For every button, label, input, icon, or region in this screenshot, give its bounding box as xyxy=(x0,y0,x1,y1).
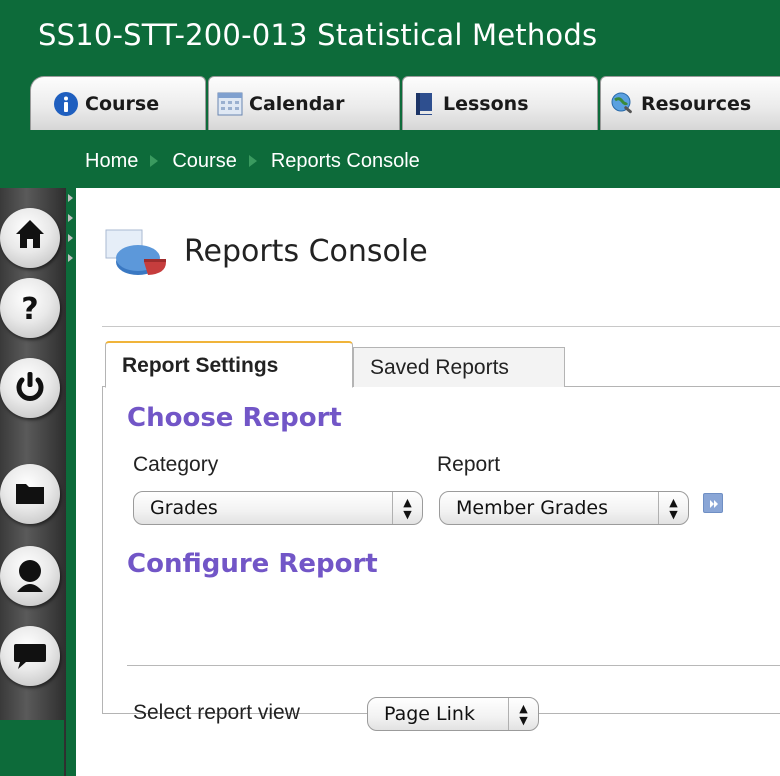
breadcrumb-separator xyxy=(248,154,257,167)
breadcrumb: Home Course Reports Console xyxy=(85,146,420,176)
category-select[interactable]: Grades ▲ ▼ xyxy=(133,491,423,525)
tab-calendar[interactable]: Calendar xyxy=(208,76,400,130)
breadcrumb-current: Reports Console xyxy=(270,150,420,172)
load-report-button[interactable] xyxy=(703,493,723,513)
report-select[interactable]: Member Grades ▲ ▼ xyxy=(439,491,689,525)
help-icon: ? xyxy=(21,292,38,327)
panel-collapse-handle[interactable] xyxy=(66,190,76,266)
reports-icon xyxy=(105,229,166,275)
rail-footer xyxy=(0,720,64,776)
report-view-select[interactable]: Page Link ▲ ▼ xyxy=(367,697,539,731)
select-arrows-icon: ▲ ▼ xyxy=(392,492,422,524)
page-title: Reports Console xyxy=(184,234,428,269)
tab-course[interactable]: Course xyxy=(30,76,206,130)
help-button[interactable]: ? xyxy=(0,278,60,338)
folder-icon xyxy=(16,484,44,504)
fast-forward-icon xyxy=(710,500,718,508)
person-icon xyxy=(17,560,43,592)
book-icon xyxy=(411,91,437,117)
select-arrows-icon: ▲ ▼ xyxy=(658,492,688,524)
breadcrumb-separator xyxy=(150,154,159,167)
tab-resources[interactable]: Resources xyxy=(600,76,780,130)
tab-label: Course xyxy=(85,92,160,115)
home-button[interactable] xyxy=(0,208,60,268)
home-icon xyxy=(16,220,44,248)
power-icon xyxy=(16,372,44,401)
report-view-select-value: Page Link xyxy=(384,703,475,725)
report-view-label: Select report view xyxy=(133,701,300,724)
globe-search-icon xyxy=(609,91,635,117)
report-select-value: Member Grades xyxy=(456,497,609,519)
main-content: Reports Console Report Settings Saved Re… xyxy=(76,188,780,776)
tab-report-settings[interactable]: Report Settings xyxy=(105,341,353,388)
divider xyxy=(102,326,780,327)
calendar-icon xyxy=(217,91,243,117)
tab-label: Calendar xyxy=(249,92,345,115)
chat-icon xyxy=(14,644,46,669)
report-label: Report xyxy=(437,453,501,476)
tab-lessons[interactable]: Lessons xyxy=(402,76,598,130)
tab-label: Resources xyxy=(641,92,752,115)
course-title: SS10-STT-200-013 Statistical Methods xyxy=(38,18,598,52)
logout-button[interactable] xyxy=(0,358,60,418)
divider xyxy=(127,665,780,666)
chat-button[interactable] xyxy=(0,626,60,686)
configure-report-heading: Configure Report xyxy=(127,549,378,579)
tab-saved-reports[interactable]: Saved Reports xyxy=(353,347,565,387)
left-tool-rail: ? xyxy=(0,188,66,776)
breadcrumb-home-link[interactable]: Home xyxy=(85,150,138,172)
info-icon xyxy=(53,91,79,117)
category-label: Category xyxy=(133,453,219,476)
people-button[interactable] xyxy=(0,546,60,606)
report-settings-panel: Report Settings Saved Reports Choose Rep… xyxy=(102,341,780,731)
category-select-value: Grades xyxy=(150,497,218,519)
select-arrows-icon: ▲ ▼ xyxy=(508,698,538,730)
course-tab-bar: Course Calendar Lessons Resources xyxy=(30,76,780,130)
svg-text:?: ? xyxy=(21,292,38,327)
tab-label: Lessons xyxy=(443,92,529,115)
choose-report-heading: Choose Report xyxy=(127,403,342,433)
files-button[interactable] xyxy=(0,464,60,524)
breadcrumb-course-link[interactable]: Course xyxy=(172,150,236,172)
